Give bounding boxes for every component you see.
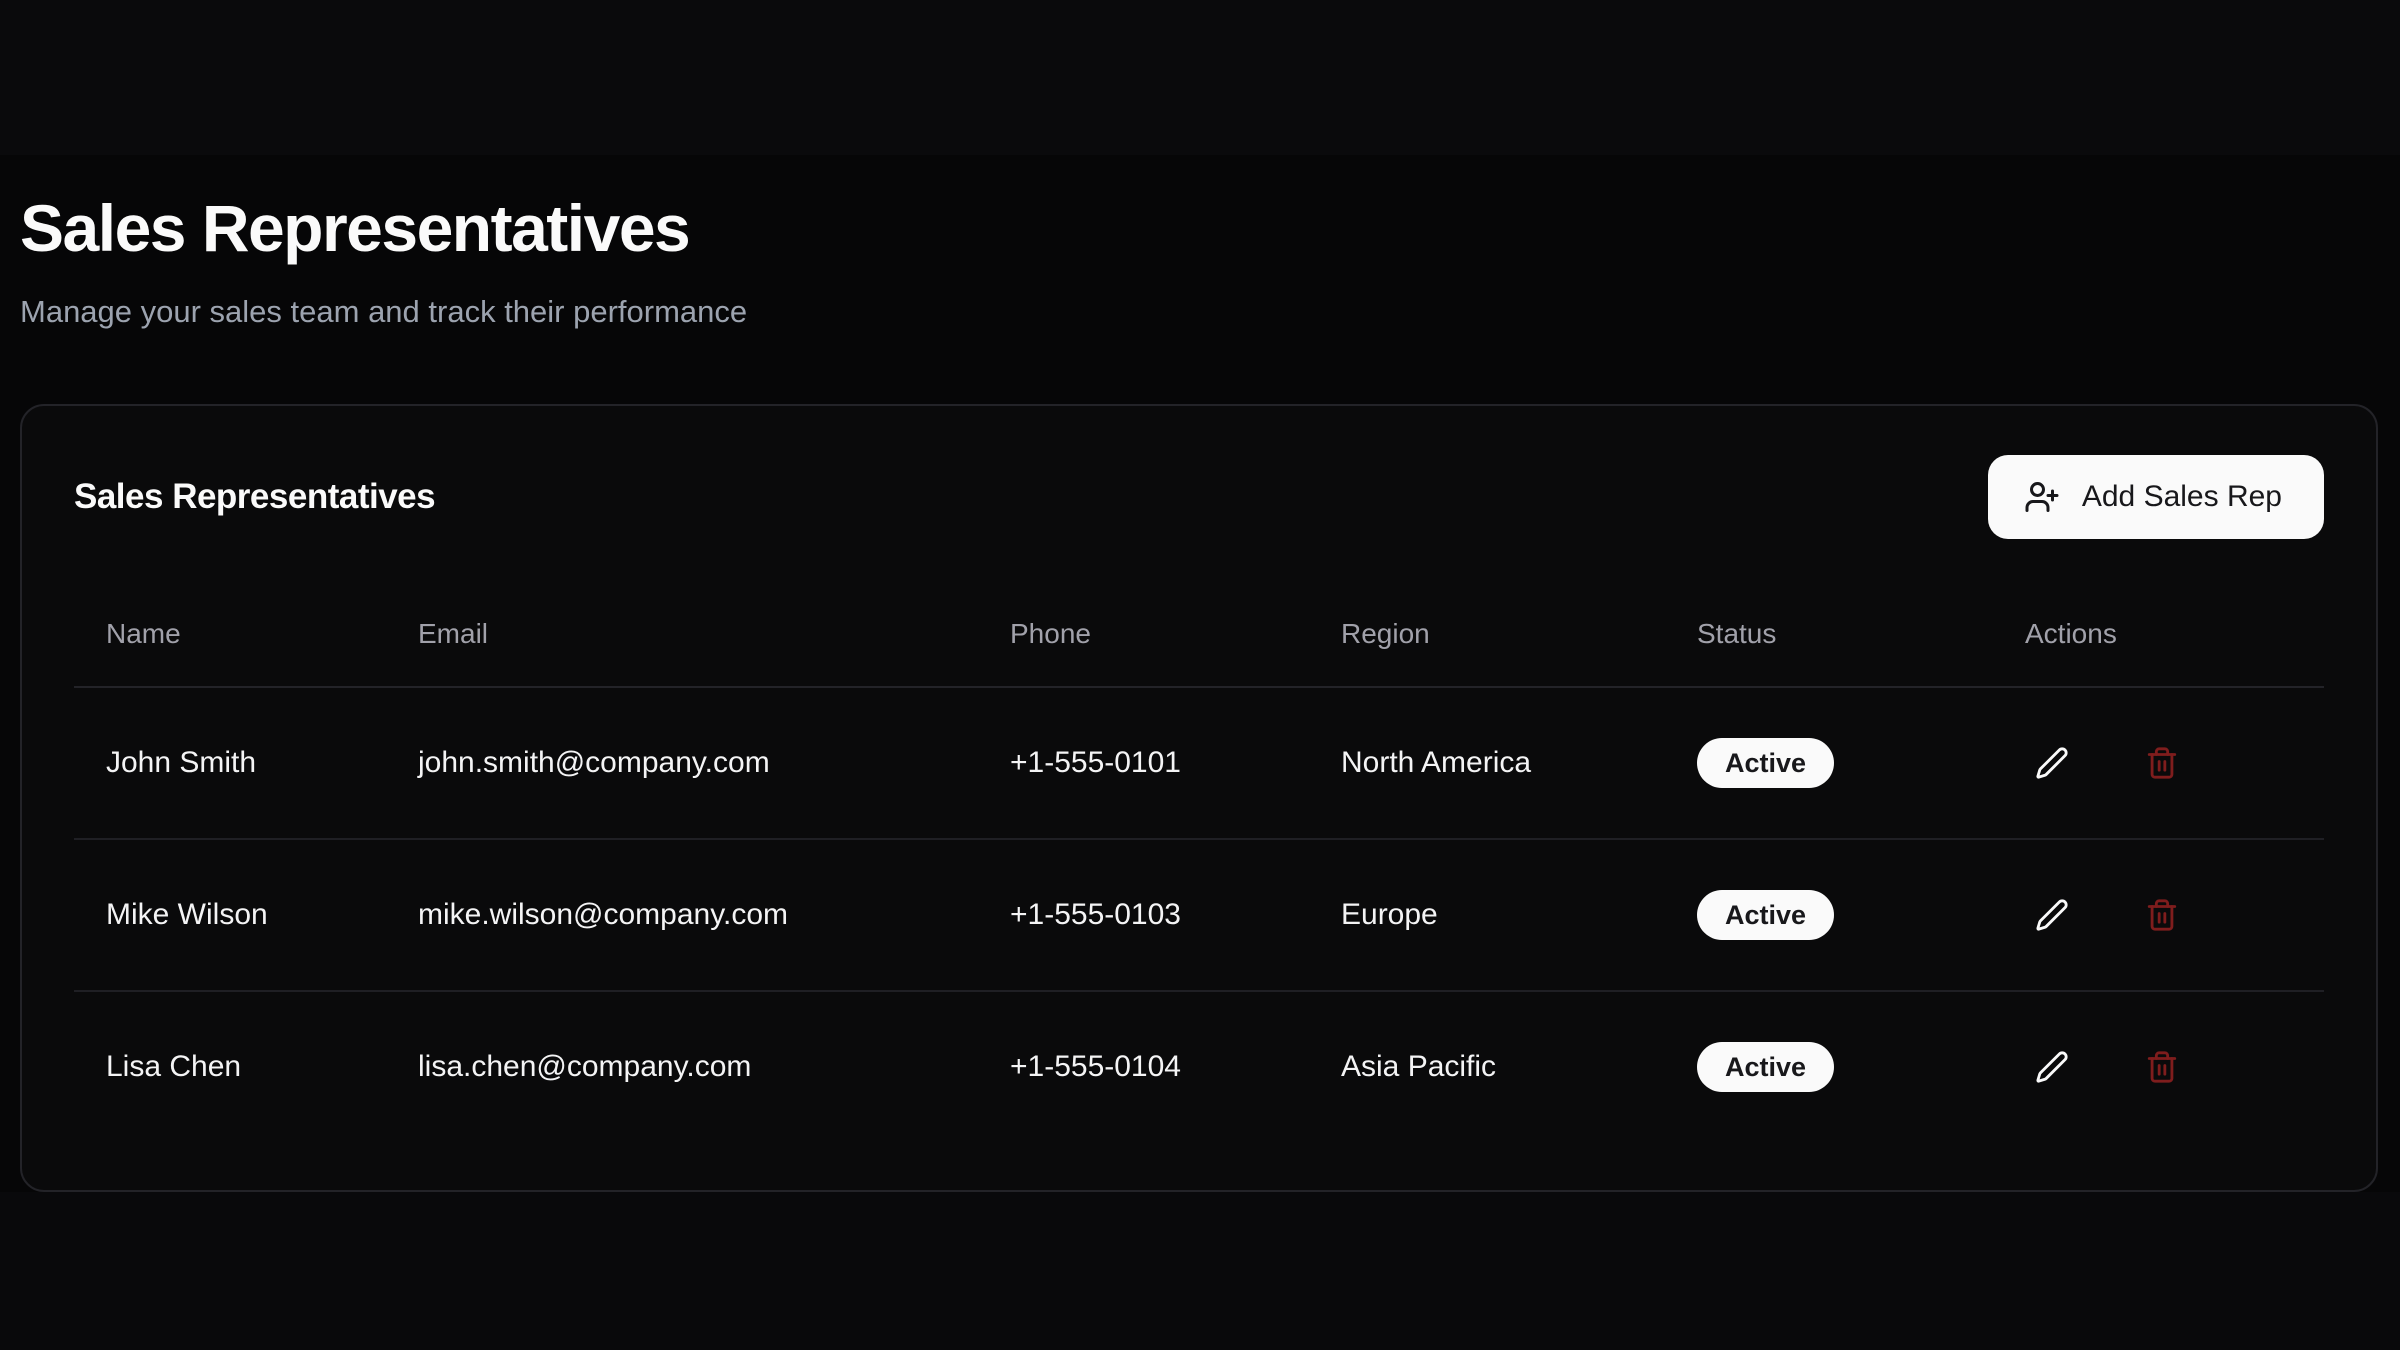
status-badge: Active (1697, 890, 1834, 940)
row-actions (2025, 888, 2292, 942)
rep-phone: +1-555-0104 (978, 991, 1309, 1142)
rep-region: Europe (1309, 839, 1665, 991)
table-row: John Smith john.smith@company.com +1-555… (74, 687, 2324, 839)
edit-button[interactable] (2025, 736, 2079, 790)
sales-reps-table: Name Email Phone Region Status Actions J… (74, 580, 2324, 1142)
table-row: Lisa Chen lisa.chen@company.com +1-555-0… (74, 991, 2324, 1142)
rep-name: Mike Wilson (74, 839, 386, 991)
rep-region: Asia Pacific (1309, 991, 1665, 1142)
rep-email: lisa.chen@company.com (386, 991, 978, 1142)
trash-icon (2145, 1050, 2179, 1084)
rep-region: North America (1309, 687, 1665, 839)
delete-button[interactable] (2135, 736, 2189, 790)
pencil-icon (2035, 1050, 2069, 1084)
page-container: Sales Representatives Manage your sales … (0, 0, 2400, 1192)
row-actions (2025, 736, 2292, 790)
rep-email: mike.wilson@company.com (386, 839, 978, 991)
column-header-name: Name (74, 580, 386, 687)
status-badge: Active (1697, 1042, 1834, 1092)
rep-phone: +1-555-0103 (978, 839, 1309, 991)
add-sales-rep-button-label: Add Sales Rep (2082, 480, 2282, 514)
pencil-icon (2035, 898, 2069, 932)
edit-button[interactable] (2025, 1040, 2079, 1094)
rep-phone: +1-555-0101 (978, 687, 1309, 839)
column-header-phone: Phone (978, 580, 1309, 687)
trash-icon (2145, 898, 2179, 932)
row-actions (2025, 1040, 2292, 1094)
delete-button[interactable] (2135, 1040, 2189, 1094)
rep-name: John Smith (74, 687, 386, 839)
trash-icon (2145, 746, 2179, 780)
card-header: Sales Representatives Add Sales Rep (74, 454, 2324, 540)
pencil-icon (2035, 746, 2069, 780)
status-badge: Active (1697, 738, 1834, 788)
add-sales-rep-button[interactable]: Add Sales Rep (1988, 455, 2324, 539)
column-header-region: Region (1309, 580, 1665, 687)
bottom-background-band (0, 1192, 2400, 1350)
rep-email: john.smith@company.com (386, 687, 978, 839)
column-header-status: Status (1665, 580, 1993, 687)
card-title: Sales Representatives (74, 477, 435, 517)
edit-button[interactable] (2025, 888, 2079, 942)
delete-button[interactable] (2135, 888, 2189, 942)
user-plus-icon (2024, 479, 2060, 515)
page-title: Sales Representatives (20, 192, 2380, 264)
page-subtitle: Manage your sales team and track their p… (20, 292, 2380, 332)
column-header-email: Email (386, 580, 978, 687)
rep-name: Lisa Chen (74, 991, 386, 1142)
table-header-row: Name Email Phone Region Status Actions (74, 580, 2324, 687)
column-header-actions: Actions (1993, 580, 2324, 687)
table-body: John Smith john.smith@company.com +1-555… (74, 687, 2324, 1142)
sales-reps-card: Sales Representatives Add Sales Rep (20, 404, 2378, 1192)
table-row: Mike Wilson mike.wilson@company.com +1-5… (74, 839, 2324, 991)
